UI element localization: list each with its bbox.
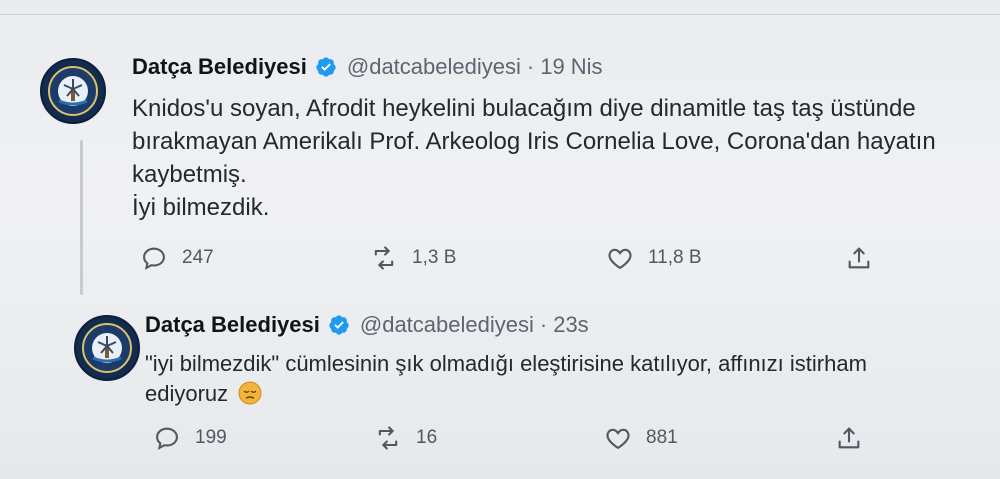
author-name[interactable]: Datça Belediyesi [145, 312, 320, 338]
reply-icon [143, 247, 165, 270]
author-name[interactable]: Datça Belediyesi [132, 54, 307, 80]
retweet-count: 16 [416, 427, 438, 448]
avatar[interactable] [40, 58, 106, 124]
tweet-timestamp[interactable]: 19 Nis [540, 54, 602, 80]
like-count: 11,8 B [648, 247, 702, 268]
municipality-logo-icon [48, 66, 98, 116]
share-icon [838, 427, 860, 449]
tweet-text: Knidos'u soyan, Afrodit heykelini bulaca… [132, 92, 936, 224]
retweet-button[interactable]: 1,3 B [370, 244, 456, 272]
separator: · [539, 312, 548, 337]
municipality-logo-icon [82, 323, 132, 373]
tweet-text-line: "iyi bilmezdik" cümlesinin şık olmadığı … [145, 351, 867, 376]
verified-badge-icon [328, 314, 350, 336]
share-button[interactable] [835, 424, 877, 452]
tweet-header: Datça Belediyesi @datcabelediyesi · 23s [145, 312, 589, 338]
heart-icon [606, 428, 630, 450]
tweet-header: Datça Belediyesi @datcabelediyesi · 19 N… [132, 54, 603, 80]
like-count: 881 [646, 427, 678, 448]
avatar[interactable] [74, 315, 140, 381]
reply-count: 247 [182, 247, 214, 268]
reply-icon [156, 427, 178, 450]
author-handle[interactable]: @datcabelediyesi [360, 312, 534, 338]
tweet-text-line: kaybetmiş. [132, 161, 247, 188]
author-handle[interactable]: @datcabelediyesi [347, 54, 521, 80]
share-button[interactable] [845, 244, 887, 272]
thread-line [80, 140, 83, 295]
divider [0, 14, 1000, 15]
retweet-icon [374, 246, 394, 270]
tweet-timestamp[interactable]: 23s [553, 312, 588, 338]
separator: · [526, 54, 535, 79]
tweet-text-line: ediyoruz [145, 381, 229, 406]
like-button[interactable]: 11,8 B [606, 244, 702, 272]
tweet-text-line: Knidos'u soyan, Afrodit heykelini bulaca… [132, 95, 916, 122]
retweet-count: 1,3 B [412, 247, 457, 268]
retweet-icon [378, 426, 398, 450]
tweet-text-line-with-emoji: ediyoruz [145, 379, 867, 409]
retweet-button[interactable]: 16 [374, 424, 437, 452]
verified-badge-icon [315, 56, 337, 78]
tweet-text-line: bırakmayan Amerikalı Prof. Arkeolog Iris… [132, 128, 936, 155]
reply-button[interactable]: 199 [153, 424, 227, 452]
like-button[interactable]: 881 [604, 424, 678, 452]
heart-icon [608, 248, 632, 270]
share-icon [848, 247, 870, 269]
pensive-face-emoji [238, 381, 262, 405]
tweet-text: "iyi bilmezdik" cümlesinin şık olmadığı … [145, 349, 867, 409]
reply-button[interactable]: 247 [140, 244, 214, 272]
previous-tweet-actions [0, 0, 1000, 14]
reply-count: 199 [195, 427, 227, 448]
tweet-text-line: İyi bilmezdik. [132, 194, 270, 221]
